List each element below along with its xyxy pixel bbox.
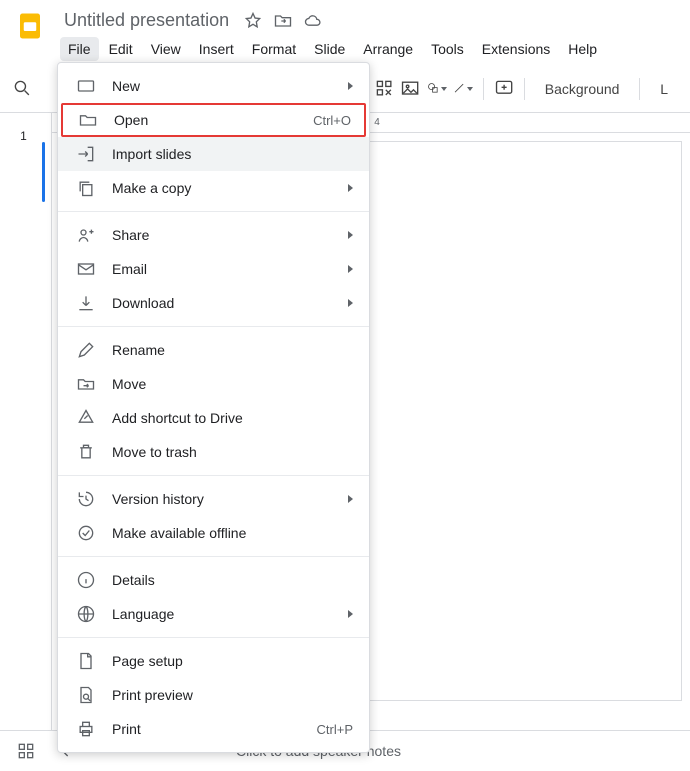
background-button[interactable]: Background — [535, 77, 630, 101]
separator — [483, 78, 484, 100]
thumbnail-selected[interactable] — [42, 142, 45, 202]
grid-view-icon[interactable] — [16, 741, 36, 761]
separator — [639, 78, 640, 100]
search-icon[interactable] — [12, 75, 32, 103]
submenu-caret-icon — [348, 184, 353, 192]
menu-item-offline[interactable]: Make available offline — [58, 516, 369, 550]
download-icon — [76, 293, 96, 313]
menu-item-details[interactable]: Details — [58, 563, 369, 597]
menu-item-print[interactable]: Print Ctrl+P — [58, 712, 369, 746]
copy-icon — [76, 178, 96, 198]
menu-help[interactable]: Help — [560, 37, 605, 61]
menu-item-move[interactable]: Move — [58, 367, 369, 401]
shortcut-text: Ctrl+O — [313, 113, 351, 128]
history-icon — [76, 489, 96, 509]
menu-slide[interactable]: Slide — [306, 37, 353, 61]
star-icon[interactable] — [243, 11, 263, 31]
menu-separator — [58, 475, 369, 476]
share-icon — [76, 225, 96, 245]
submenu-caret-icon — [348, 231, 353, 239]
menubar: File Edit View Insert Format Slide Arran… — [60, 37, 690, 61]
slide-number: 1 — [20, 129, 27, 143]
menu-tools[interactable]: Tools — [423, 37, 472, 61]
submenu-caret-icon — [348, 299, 353, 307]
select-tool-icon[interactable] — [374, 75, 394, 103]
file-menu-dropdown: New Open Ctrl+O Import slides Make a cop… — [57, 62, 370, 753]
menu-item-email[interactable]: Email — [58, 252, 369, 286]
separator — [524, 78, 525, 100]
print-icon — [76, 719, 96, 739]
menu-item-new[interactable]: New — [58, 69, 369, 103]
submenu-caret-icon — [348, 610, 353, 618]
cloud-status-icon[interactable] — [303, 11, 323, 31]
info-icon — [76, 570, 96, 590]
move-icon — [76, 374, 96, 394]
menu-arrange[interactable]: Arrange — [355, 37, 421, 61]
menu-item-make-copy[interactable]: Make a copy — [58, 171, 369, 205]
submenu-caret-icon — [348, 265, 353, 273]
menu-extensions[interactable]: Extensions — [474, 37, 558, 61]
page-icon — [76, 651, 96, 671]
menu-separator — [58, 637, 369, 638]
image-icon[interactable] — [400, 75, 420, 103]
menu-separator — [58, 326, 369, 327]
menu-item-rename[interactable]: Rename — [58, 333, 369, 367]
menu-separator — [58, 211, 369, 212]
shape-icon[interactable] — [427, 75, 447, 103]
menu-item-version-history[interactable]: Version history — [58, 482, 369, 516]
globe-icon — [76, 604, 96, 624]
menu-item-print-preview[interactable]: Print preview — [58, 678, 369, 712]
menu-edit[interactable]: Edit — [101, 37, 141, 61]
menu-item-page-setup[interactable]: Page setup — [58, 644, 369, 678]
menu-insert[interactable]: Insert — [191, 37, 242, 61]
offline-icon — [76, 523, 96, 543]
menu-format[interactable]: Format — [244, 37, 304, 61]
menu-item-import-slides[interactable]: Import slides — [58, 137, 369, 171]
menu-view[interactable]: View — [143, 37, 189, 61]
submenu-caret-icon — [348, 82, 353, 90]
slide-thumbnails: 1 — [0, 113, 52, 733]
menu-item-open[interactable]: Open Ctrl+O — [61, 103, 366, 137]
submenu-caret-icon — [348, 495, 353, 503]
shortcut-text: Ctrl+P — [317, 722, 353, 737]
comment-icon[interactable] — [494, 75, 514, 103]
slide-icon — [76, 76, 96, 96]
email-icon — [76, 259, 96, 279]
import-icon — [76, 144, 96, 164]
layout-button-partial[interactable]: L — [650, 77, 678, 101]
document-title[interactable]: Untitled presentation — [60, 8, 233, 33]
preview-icon — [76, 685, 96, 705]
pencil-icon — [76, 340, 96, 360]
menu-item-trash[interactable]: Move to trash — [58, 435, 369, 469]
menu-item-share[interactable]: Share — [58, 218, 369, 252]
slides-logo[interactable] — [12, 8, 48, 44]
menu-item-add-shortcut[interactable]: Add shortcut to Drive — [58, 401, 369, 435]
menu-file[interactable]: File — [60, 37, 99, 61]
menu-item-language[interactable]: Language — [58, 597, 369, 631]
trash-icon — [76, 442, 96, 462]
menu-separator — [58, 556, 369, 557]
drive-shortcut-icon — [76, 408, 96, 428]
menu-item-download[interactable]: Download — [58, 286, 369, 320]
folder-icon — [78, 110, 98, 130]
move-folder-icon[interactable] — [273, 11, 293, 31]
line-icon[interactable] — [453, 75, 473, 103]
